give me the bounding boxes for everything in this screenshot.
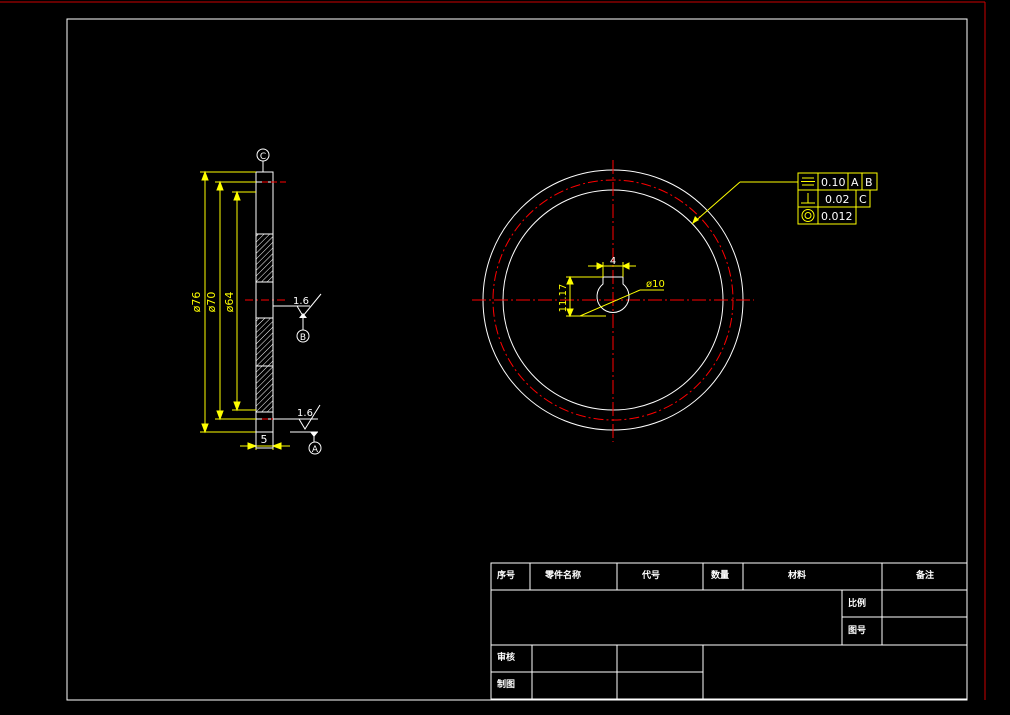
concentricity-icon <box>801 209 815 222</box>
header-part-name: 零件名称 <box>545 571 582 581</box>
drawing-no-label: 图号 <box>848 626 867 636</box>
dim-bore: ø10 <box>646 279 665 290</box>
svg-text:B: B <box>300 333 306 343</box>
datum-c-marker: C <box>256 148 270 172</box>
datum-b-marker: B <box>296 313 310 343</box>
svg-text:A: A <box>851 176 859 189</box>
header-code: 代号 <box>642 571 661 581</box>
perpendicularity-icon <box>801 193 815 204</box>
svg-text:C: C <box>260 152 266 162</box>
svg-text:C: C <box>859 193 867 206</box>
front-view: 4 11.17 ø10 <box>472 160 798 442</box>
svg-text:1.6: 1.6 <box>297 408 313 419</box>
header-seq: 序号 <box>497 571 516 581</box>
section-view: ø76 ø70 ø64 5 C 1.6 B 1.6 A <box>190 148 322 455</box>
dim-key-depth: 11.17 <box>558 284 569 313</box>
dim-width: 5 <box>261 433 268 446</box>
roughness-symbol-bottom: 1.6 <box>273 404 321 430</box>
svg-text:B: B <box>865 176 873 189</box>
hatch-lower <box>255 317 274 413</box>
datum-a-marker: A <box>290 431 322 455</box>
reviewer-label: 审核 <box>497 653 516 663</box>
svg-text:0.02: 0.02 <box>825 193 850 206</box>
dim-d70: ø70 <box>205 292 218 313</box>
title-block <box>490 562 968 700</box>
svg-text:0.012: 0.012 <box>821 210 853 223</box>
svg-text:A: A <box>312 445 319 455</box>
dim-d64: ø64 <box>223 292 236 313</box>
header-qty: 数量 <box>711 571 730 581</box>
dim-d76: ø76 <box>190 292 203 313</box>
svg-text:1.6: 1.6 <box>293 296 309 307</box>
hatch-upper <box>255 233 274 283</box>
header-material: 材料 <box>788 571 807 581</box>
drafter-label: 制图 <box>497 680 516 690</box>
symmetry-icon <box>801 177 815 186</box>
svg-text:0.10: 0.10 <box>821 176 846 189</box>
tolerance-values: 0.10 A B 0.02 C 0.012 <box>821 176 873 223</box>
header-remark: 备注 <box>916 571 935 581</box>
sheet-border <box>0 1 986 701</box>
dim-key-width: 4 <box>610 256 616 267</box>
scale-label: 比例 <box>848 599 867 609</box>
roughness-symbol-mid: 1.6 <box>273 293 322 317</box>
